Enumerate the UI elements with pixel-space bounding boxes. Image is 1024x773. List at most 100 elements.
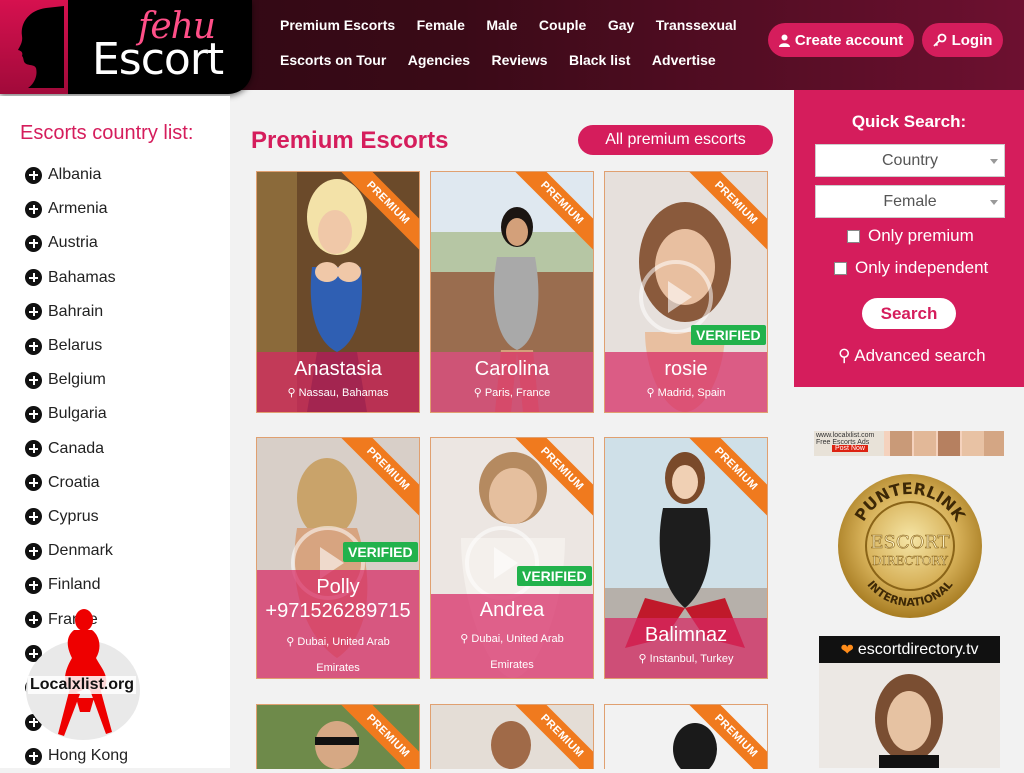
country-label: Bahrain bbox=[48, 302, 104, 320]
key-icon bbox=[932, 33, 946, 47]
profile-card[interactable]: PREMIUM bbox=[430, 704, 594, 769]
profile-card[interactable]: PREMIUM VERIFIED rosie ⚲ Madrid, Spain bbox=[604, 171, 768, 413]
nav-couple[interactable]: Couple bbox=[539, 17, 586, 33]
profile-card[interactable]: PREMIUM Balimnaz ⚲ Instanbul, Turkey bbox=[604, 437, 768, 679]
country-item-canada[interactable]: Canada bbox=[25, 432, 128, 466]
profile-name: rosie bbox=[664, 358, 708, 380]
profile-location-text: Paris, France bbox=[484, 387, 551, 399]
country-item-belgium[interactable]: Belgium bbox=[25, 363, 128, 397]
nav-male[interactable]: Male bbox=[486, 17, 517, 33]
country-label: Hong Kong bbox=[48, 747, 129, 765]
localxlist-banner[interactable]: www.localxlist.com Free Escorts Ads Post… bbox=[814, 431, 1004, 456]
site-logo[interactable]: fehu Escort bbox=[0, 0, 252, 94]
profile-card[interactable]: PREMIUM bbox=[256, 704, 420, 769]
country-label: Cyprus bbox=[48, 507, 99, 525]
gender-select[interactable]: Female bbox=[815, 185, 1005, 218]
escortdirectory-title-bar: ❤ escortdirectory.tv bbox=[819, 636, 1000, 663]
nav-gay[interactable]: Gay bbox=[608, 17, 634, 33]
verified-badge: VERIFIED bbox=[691, 325, 766, 345]
checkbox-box[interactable] bbox=[834, 261, 847, 275]
localxlist-banner-text: www.localxlist.com Free Escorts Ads Post… bbox=[814, 431, 884, 456]
page-title: Premium Escorts bbox=[251, 127, 449, 154]
profile-card[interactable]: PREMIUM bbox=[604, 704, 768, 769]
profile-name: Balimnaz bbox=[644, 624, 728, 646]
card-caption: rosie ⚲ Madrid, Spain bbox=[605, 352, 767, 412]
advanced-search-link[interactable]: ⚲ Advanced search bbox=[838, 346, 986, 366]
nav-advertise[interactable]: Advertise bbox=[652, 52, 716, 68]
nav-black-list[interactable]: Black list bbox=[569, 52, 630, 68]
nav-female[interactable]: Female bbox=[417, 17, 465, 33]
plus-circle-icon bbox=[25, 542, 42, 560]
country-item-denmark[interactable]: Denmark bbox=[25, 534, 128, 568]
country-item-austria[interactable]: Austria bbox=[25, 226, 128, 260]
country-label: Belarus bbox=[48, 337, 103, 355]
only-independent-checkbox[interactable]: Only independent bbox=[834, 258, 988, 278]
country-item-croatia[interactable]: Croatia bbox=[25, 466, 128, 500]
country-label: Bahamas bbox=[48, 268, 116, 286]
profile-location: ⚲ Dubai, United Arab Emirates bbox=[431, 626, 593, 678]
only-premium-checkbox[interactable]: Only premium bbox=[847, 226, 974, 246]
profile-location: ⚲ Instanbul, Turkey bbox=[605, 652, 767, 665]
country-label: Belgium bbox=[48, 371, 106, 389]
nav-premium-escorts[interactable]: Premium Escorts bbox=[280, 17, 395, 33]
country-item-belarus[interactable]: Belarus bbox=[25, 329, 128, 363]
nav-escorts-on-tour[interactable]: Escorts on Tour bbox=[280, 52, 386, 68]
checkbox-box[interactable] bbox=[847, 229, 860, 243]
logo-escort-text: Escort bbox=[92, 34, 224, 85]
only-premium-label: Only premium bbox=[868, 226, 974, 245]
create-account-button[interactable]: Create account bbox=[768, 23, 914, 57]
profile-location-text: Instanbul, Turkey bbox=[649, 653, 734, 665]
search-key-icon: ⚲ bbox=[838, 346, 851, 365]
card-caption: Balimnaz ⚲ Instanbul, Turkey bbox=[605, 618, 767, 678]
seal-escort-text: ESCORT bbox=[870, 532, 949, 553]
profile-location-text: Nassau, Bahamas bbox=[298, 387, 389, 399]
create-account-label: Create account bbox=[794, 31, 904, 49]
map-pin-icon: ⚲ bbox=[460, 633, 472, 645]
nav-transsexual[interactable]: Transsexual bbox=[656, 17, 737, 33]
verified-badge: VERIFIED bbox=[343, 542, 418, 562]
plus-circle-icon bbox=[25, 234, 42, 252]
nav-agencies[interactable]: Agencies bbox=[408, 52, 470, 68]
plus-circle-icon bbox=[25, 508, 42, 526]
only-independent-label: Only independent bbox=[855, 258, 989, 277]
sidebar-title: Escorts country list: bbox=[20, 122, 194, 144]
country-item-cyprus[interactable]: Cyprus bbox=[25, 500, 128, 534]
card-caption: Polly +971526289715 ⚲ Dubai, United Arab… bbox=[257, 570, 419, 678]
banner-photo bbox=[819, 663, 1000, 768]
profile-name: Carolina bbox=[474, 358, 550, 380]
profile-name: Anastasia bbox=[294, 358, 382, 380]
profile-card[interactable]: PREMIUM Anastasia ⚲ Nassau, Bahamas bbox=[256, 171, 420, 413]
escortdirectory-banner[interactable]: ❤ escortdirectory.tv bbox=[819, 636, 1000, 768]
profile-name: Polly +971526289715 bbox=[265, 576, 411, 622]
country-item-bahamas[interactable]: Bahamas bbox=[25, 261, 128, 295]
country-item-bulgaria[interactable]: Bulgaria bbox=[25, 397, 128, 431]
search-button[interactable]: Search bbox=[862, 298, 956, 329]
plus-circle-icon bbox=[25, 269, 42, 287]
country-select[interactable]: Country bbox=[815, 144, 1005, 177]
country-item-finland[interactable]: Finland bbox=[25, 568, 128, 602]
profile-card[interactable]: PREMIUM VERIFIED Polly +971526289715 ⚲ D… bbox=[256, 437, 420, 679]
profile-card[interactable]: PREMIUM VERIFIED Andrea ⚲ Dubai, United … bbox=[430, 437, 594, 679]
nav-reviews[interactable]: Reviews bbox=[491, 52, 547, 68]
country-label: Armenia bbox=[48, 200, 108, 218]
video-play-icon[interactable] bbox=[465, 526, 539, 600]
plus-circle-icon bbox=[25, 474, 42, 492]
login-label: Login bbox=[951, 31, 993, 49]
video-play-icon[interactable] bbox=[639, 260, 713, 334]
all-premium-button[interactable]: All premium escorts bbox=[578, 125, 773, 155]
chevron-down-icon bbox=[990, 200, 998, 205]
card-caption: Andrea ⚲ Dubai, United Arab Emirates bbox=[431, 594, 593, 678]
country-item-albania[interactable]: Albania bbox=[25, 158, 128, 192]
profile-name: Andrea bbox=[479, 599, 545, 621]
country-item-armenia[interactable]: Armenia bbox=[25, 192, 128, 226]
country-label: Canada bbox=[48, 439, 105, 457]
punterlink-seal-badge[interactable]: PUNTERLINK INTERNATIONAL ESCORT DIRECTOR… bbox=[836, 472, 984, 620]
login-button[interactable]: Login bbox=[922, 23, 1003, 57]
country-item-bahrain[interactable]: Bahrain bbox=[25, 295, 128, 329]
banner-thumb bbox=[984, 431, 1004, 456]
plus-circle-icon bbox=[25, 303, 42, 321]
plus-circle-icon bbox=[25, 405, 42, 423]
map-pin-icon: ⚲ bbox=[286, 636, 298, 648]
plus-circle-icon bbox=[25, 166, 42, 184]
profile-card[interactable]: PREMIUM Carolina ⚲ Paris, France bbox=[430, 171, 594, 413]
